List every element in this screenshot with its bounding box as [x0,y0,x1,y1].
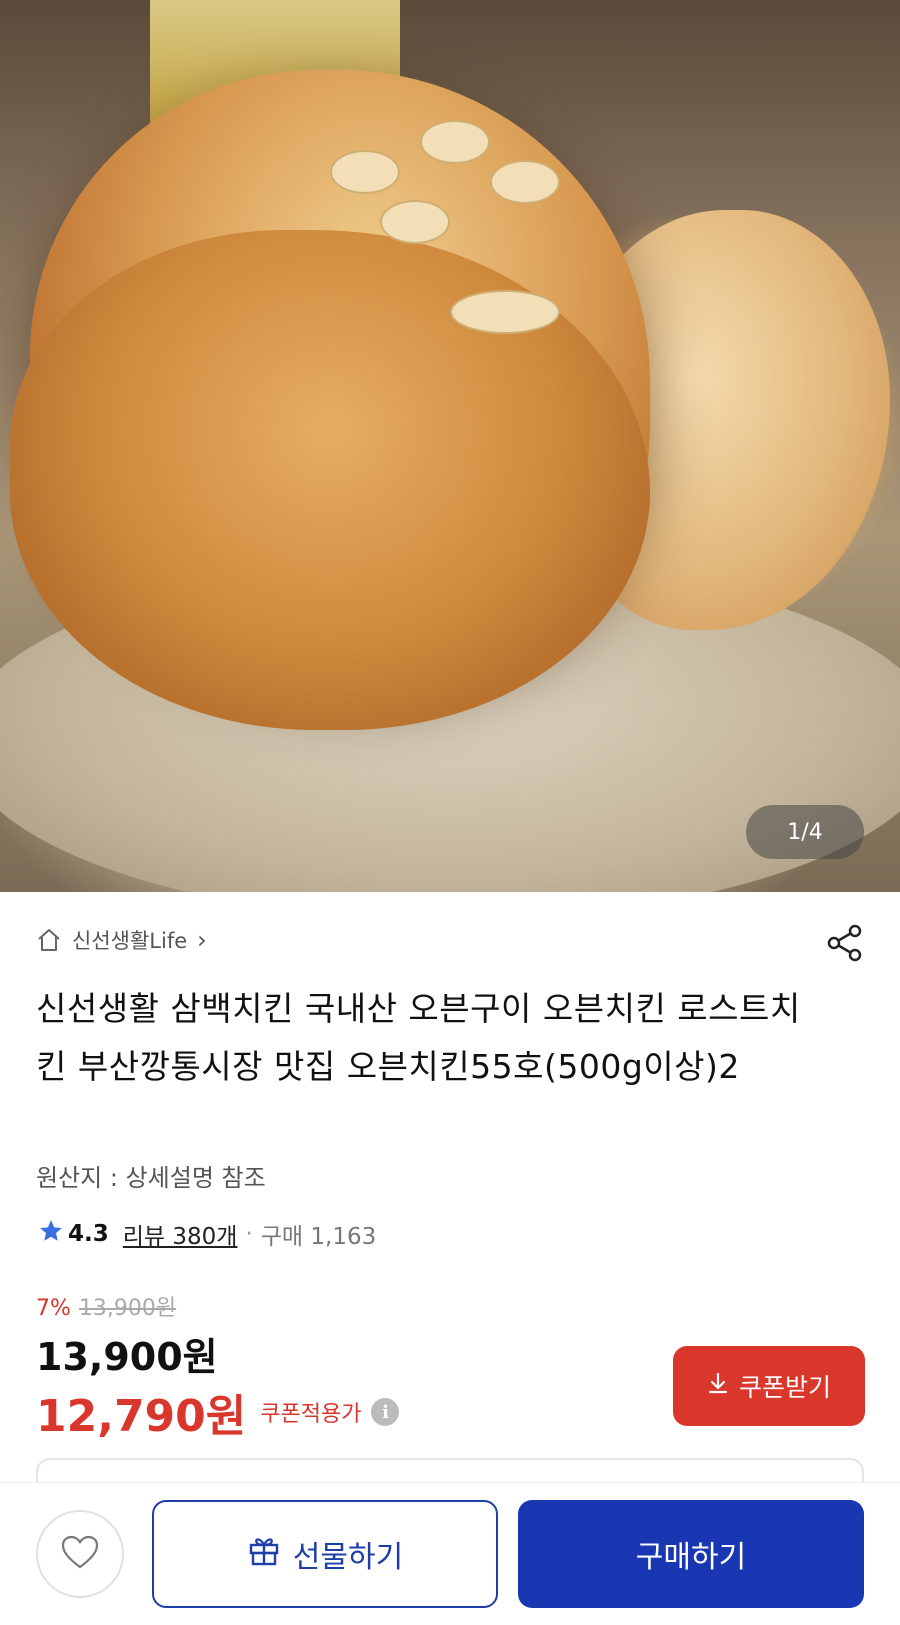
coupon-price: 12,790원 [36,1391,247,1442]
wishlist-button[interactable] [36,1510,124,1598]
rating-score: 4.3 [68,1221,109,1247]
garlic-slice-decor [450,290,560,334]
gift-icon [247,1533,281,1575]
get-coupon-button[interactable]: 쿠폰받기 [673,1346,865,1426]
buy-button[interactable]: 구매하기 [518,1500,864,1608]
discount-row: 7% 13,900원 [36,1290,176,1322]
gift-label: 선물하기 [292,1540,404,1575]
share-icon [825,923,865,967]
garlic-slice-decor [420,120,490,164]
store-name: 신선생활Life [72,929,188,953]
share-button[interactable] [822,922,868,968]
get-coupon-label: 쿠폰받기 [738,1373,831,1402]
home-icon [36,928,62,952]
review-link[interactable]: 리뷰 380개 [123,1217,238,1251]
chevron-right-icon: › [197,926,207,954]
garlic-slice-decor [330,150,400,194]
garlic-slice-decor [380,200,450,244]
product-image[interactable]: 1/4 [0,0,900,892]
sale-price: 13,900원 [36,1335,218,1379]
discount-rate: 7% [36,1296,71,1321]
coupon-price-label: 쿠폰적용가 [260,1402,362,1427]
purchase-count: 구매 1,163 [260,1224,377,1250]
original-price: 13,900원 [78,1296,177,1321]
gift-button[interactable]: 선물하기 [152,1500,498,1608]
image-counter: 1/4 [746,805,864,859]
heart-icon [60,1534,100,1574]
product-title: 신선생활 삼백치킨 국내산 오븐구이 오븐치킨 로스트치킨 부산깡통시장 맛집 … [36,989,801,1086]
star-icon [38,1218,64,1250]
info-icon[interactable]: i [371,1398,400,1426]
rating-row: 4.3 리뷰 380개 · 구매 1,163 [38,1217,376,1251]
download-icon [707,1371,729,1401]
coupon-price-row: 12,790원 쿠폰적용가 i [36,1380,400,1444]
separator-dot: · [245,1221,253,1247]
store-link[interactable]: 신선생활Life › [36,925,207,955]
origin-info: 원산지 : 상세설명 참조 [36,1164,266,1192]
garlic-slice-decor [490,160,560,204]
